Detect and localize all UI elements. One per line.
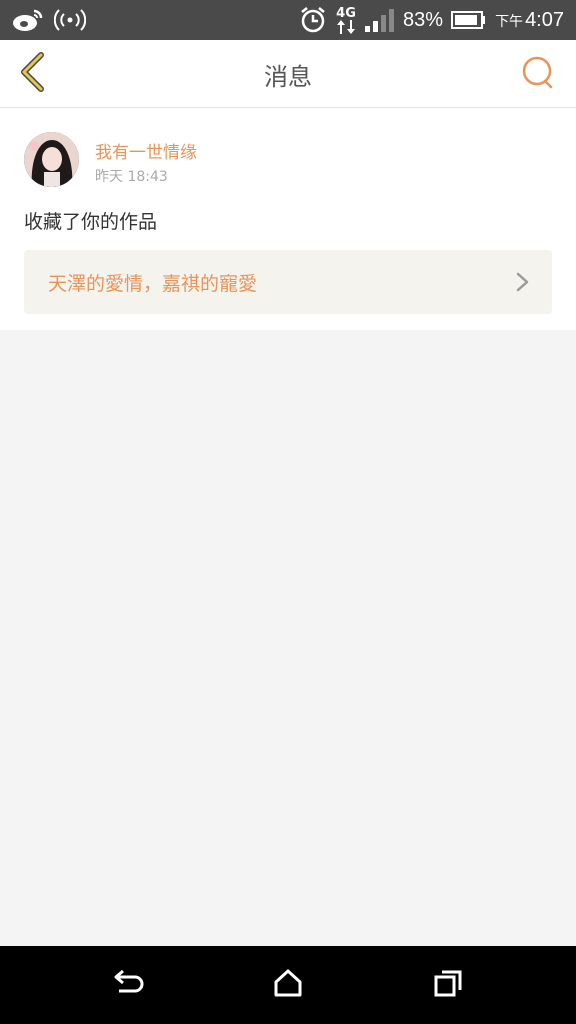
search-button[interactable] bbox=[518, 54, 558, 94]
clock-time: 4:07 bbox=[525, 8, 564, 31]
header-bar: 消息 bbox=[0, 40, 576, 108]
nav-back-button[interactable] bbox=[108, 968, 148, 1002]
back-button[interactable] bbox=[12, 52, 52, 96]
sender-username[interactable]: 我有一世情缘 bbox=[95, 138, 197, 163]
work-link[interactable]: 天澤的愛情，嘉祺的寵愛 bbox=[24, 250, 552, 314]
network-label: 4G bbox=[336, 5, 356, 21]
avatar[interactable] bbox=[24, 132, 79, 187]
back-icon bbox=[111, 969, 145, 1001]
search-icon bbox=[521, 55, 555, 93]
clock: 下午 4:07 bbox=[495, 9, 564, 32]
wifi-hotspot-icon bbox=[54, 9, 86, 31]
home-icon bbox=[273, 969, 303, 1001]
status-bar: 4G 83% 下午 4:07 bbox=[0, 0, 576, 40]
nav-recent-apps-button[interactable] bbox=[428, 968, 468, 1002]
system-nav-bar bbox=[0, 946, 576, 1024]
message-timestamp: 昨天 18:43 bbox=[95, 169, 168, 185]
battery-icon bbox=[451, 10, 487, 30]
work-title: 天澤的愛情，嘉祺的寵愛 bbox=[48, 272, 258, 295]
network-4g-icon: 4G bbox=[335, 7, 357, 34]
message-card: 我有一世情缘 昨天 18:43 收藏了你的作品 天澤的愛情，嘉祺的寵愛 bbox=[0, 108, 576, 330]
recent-apps-icon bbox=[433, 969, 463, 1001]
weibo-icon bbox=[12, 7, 44, 33]
battery-percent: 83% bbox=[403, 8, 444, 31]
message-action-text: 收藏了你的作品 bbox=[24, 211, 158, 233]
page-title: 消息 bbox=[264, 62, 312, 91]
nav-home-button[interactable] bbox=[268, 968, 308, 1002]
clock-period: 下午 bbox=[495, 13, 524, 30]
chevron-right-icon bbox=[516, 272, 530, 296]
chevron-left-icon bbox=[17, 52, 47, 96]
signal-icon bbox=[365, 8, 395, 32]
alarm-icon bbox=[299, 6, 327, 34]
